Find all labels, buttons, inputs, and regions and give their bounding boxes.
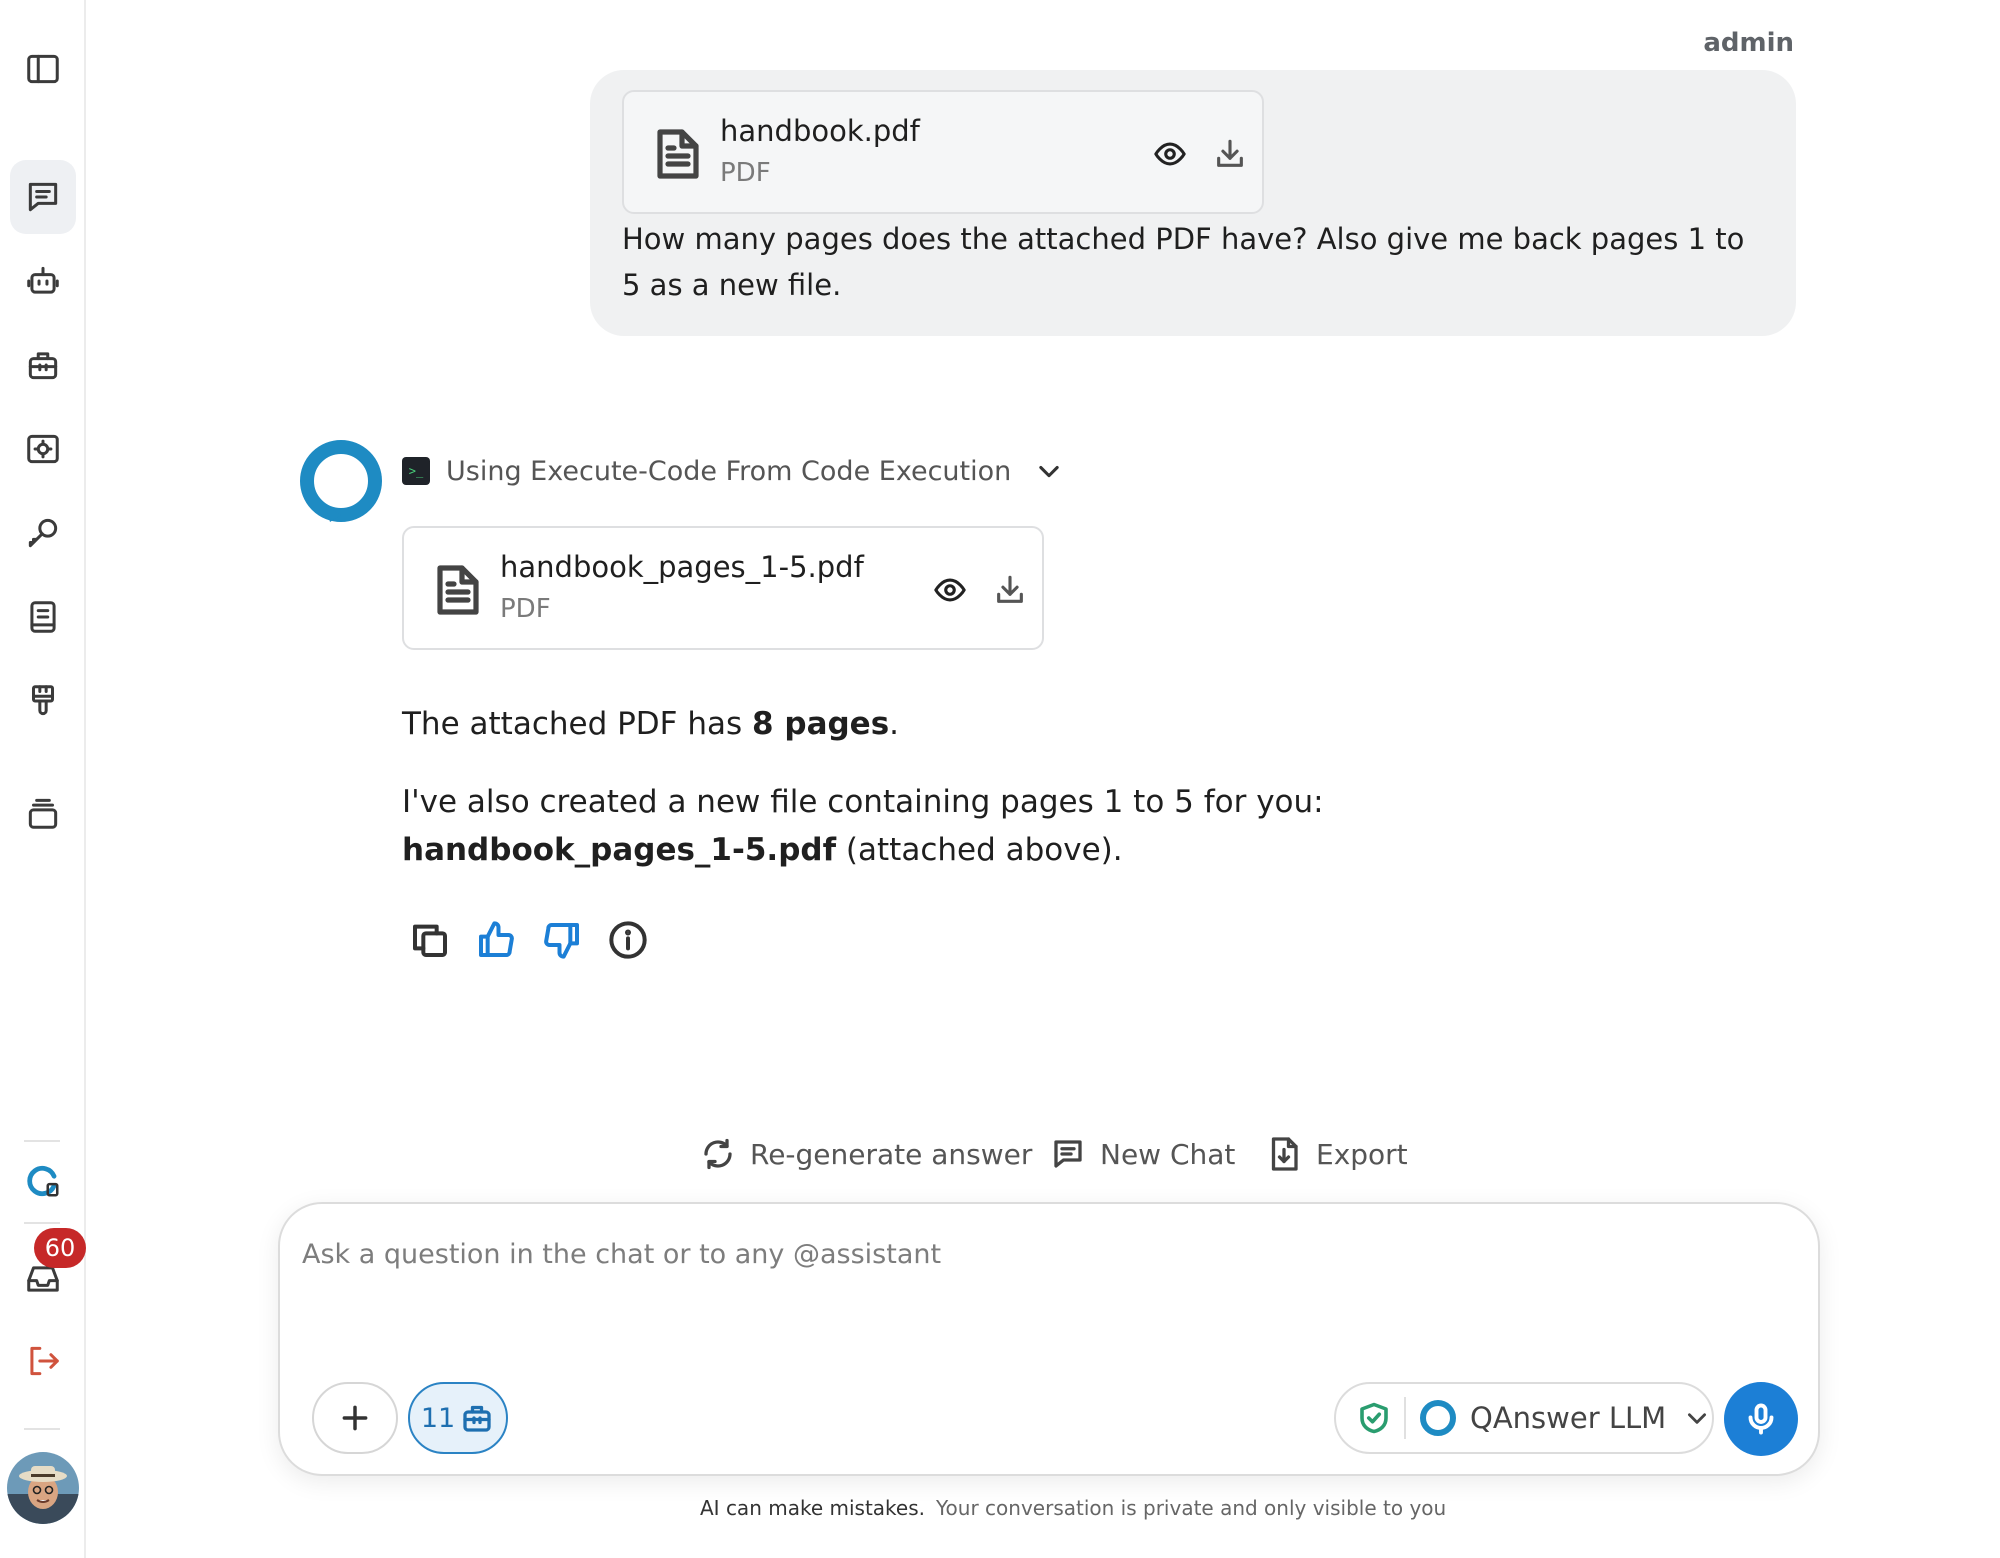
download-icon (1217, 139, 1243, 167)
new-chat-button[interactable]: New Chat (1050, 1136, 1235, 1172)
attachment-name: handbook.pdf (720, 114, 920, 148)
sidebar-toggle-icon (27, 54, 59, 84)
ai-disclaimer: AI can make mistakes. (700, 1496, 925, 1520)
thumbs-up-icon (479, 921, 514, 958)
assistant-attachment-card[interactable]: handbook_pages_1-5.pdf PDF (402, 526, 1044, 650)
terminal-icon: >_ (402, 457, 430, 485)
sidebar-item-chats[interactable] (10, 160, 76, 234)
thumbs-down-button[interactable] (540, 918, 584, 962)
toolkit-count: 11 (420, 1402, 456, 1434)
chat-input[interactable] (302, 1224, 1782, 1284)
sidebar-divider (24, 1222, 60, 1224)
chat-composer: 11 QAnswer LLM (278, 1202, 1820, 1476)
answer-paragraph: I've also created a new file containing … (402, 778, 1642, 874)
notifications-badge: 60 (34, 1228, 86, 1268)
document-icon (436, 564, 480, 616)
settings-panel-icon (27, 434, 59, 464)
user-attachment-card[interactable]: handbook.pdf PDF (622, 90, 1264, 214)
sidebar-item-toolkit[interactable] (10, 328, 76, 402)
preview-button[interactable] (930, 570, 970, 610)
answer-text: (attached above). (836, 832, 1123, 868)
info-button[interactable] (606, 918, 650, 962)
download-button[interactable] (1210, 134, 1250, 174)
key-icon (28, 518, 58, 548)
export-file-icon (1271, 1137, 1298, 1171)
footer: AI can make mistakes. Your conversation … (0, 1496, 2000, 1526)
copy-button[interactable] (408, 918, 452, 962)
user-message-bubble: handbook.pdf PDF How many pages does the… (590, 70, 1796, 336)
user-message-text: How many pages does the attached PDF hav… (622, 222, 1745, 302)
refresh-icon (704, 1138, 732, 1170)
answer-paragraph: The attached PDF has 8 pages. (402, 700, 1642, 748)
add-attachment-button[interactable] (312, 1382, 398, 1454)
document-icon (656, 128, 700, 180)
answer-text: I've also created a new file containing … (402, 784, 1324, 820)
chat-icon (28, 182, 58, 212)
brush-icon (31, 685, 55, 716)
qanswer-logo-icon (1418, 1398, 1458, 1438)
download-icon (997, 575, 1023, 603)
tool-usage-toggle[interactable]: >_ Using Execute-Code From Code Executio… (402, 450, 1063, 492)
model-name: QAnswer LLM (1470, 1401, 1667, 1435)
logout-button[interactable] (10, 1324, 76, 1398)
tool-status-text: Using Execute-Code From Code Execution (446, 455, 1012, 487)
toolkit-button[interactable]: 11 (408, 1382, 508, 1454)
eye-icon (934, 578, 966, 602)
sidebar-item-knowledge[interactable] (10, 580, 76, 654)
sidebar-item-appearance[interactable] (10, 664, 76, 738)
assistant-avatar (300, 440, 382, 522)
answer-bold-text: handbook_pages_1-5.pdf (402, 832, 837, 868)
attachment-type: PDF (720, 158, 771, 188)
sidebar-toggle-button[interactable] (10, 32, 76, 106)
info-icon (609, 921, 647, 959)
privacy-note: Your conversation is private and only vi… (936, 1496, 1447, 1520)
export-label: Export (1316, 1137, 1408, 1171)
pill-separator (1404, 1397, 1406, 1439)
answer-bold-text: 8 pages (752, 706, 890, 742)
sidebar-item-settings[interactable] (10, 412, 76, 486)
logout-icon (30, 1346, 59, 1376)
regenerate-button[interactable]: Re-generate answer (700, 1136, 1032, 1172)
book-icon (30, 601, 56, 633)
assistant-answer: The attached PDF has 8 pages. I've also … (402, 700, 1642, 904)
sidebar-divider (24, 1428, 60, 1430)
attachment-type: PDF (500, 594, 551, 624)
bot-icon (27, 266, 59, 294)
toolkit-icon (463, 1405, 491, 1432)
sidebar-item-assistants[interactable] (10, 244, 76, 318)
thumbs-up-button[interactable] (474, 918, 518, 962)
thumbs-down-icon (544, 922, 579, 959)
answer-text: . (889, 706, 900, 742)
toolkit-icon (28, 352, 58, 380)
sidebar: 60 (0, 0, 86, 1558)
chat-actions: Re-generate answer New Chat Export (0, 1136, 2000, 1178)
regenerate-label: Re-generate answer (750, 1137, 1033, 1171)
chevron-down-icon (1035, 457, 1063, 485)
chat-icon (1054, 1140, 1082, 1168)
preview-button[interactable] (1150, 134, 1190, 174)
copy-icon (413, 924, 447, 957)
sidebar-item-keys[interactable] (10, 496, 76, 570)
sidebar-item-collections[interactable] (10, 776, 76, 850)
layers-icon (28, 798, 58, 829)
model-selector[interactable]: QAnswer LLM (1334, 1382, 1714, 1454)
download-button[interactable] (990, 570, 1030, 610)
eye-icon (1154, 142, 1186, 166)
microphone-icon (1748, 1403, 1774, 1435)
user-name: admin (1703, 28, 1794, 58)
export-button[interactable]: Export (1266, 1136, 1408, 1172)
attachment-name: handbook_pages_1-5.pdf (500, 550, 864, 584)
plus-icon (342, 1405, 368, 1431)
chevron-down-icon (1684, 1405, 1710, 1431)
voice-input-button[interactable] (1724, 1382, 1798, 1456)
qanswer-logo-icon (300, 440, 382, 522)
new-chat-label: New Chat (1100, 1137, 1236, 1171)
shield-check-icon (1356, 1400, 1392, 1436)
answer-text: The attached PDF has (402, 706, 753, 742)
message-feedback-bar (408, 918, 650, 962)
